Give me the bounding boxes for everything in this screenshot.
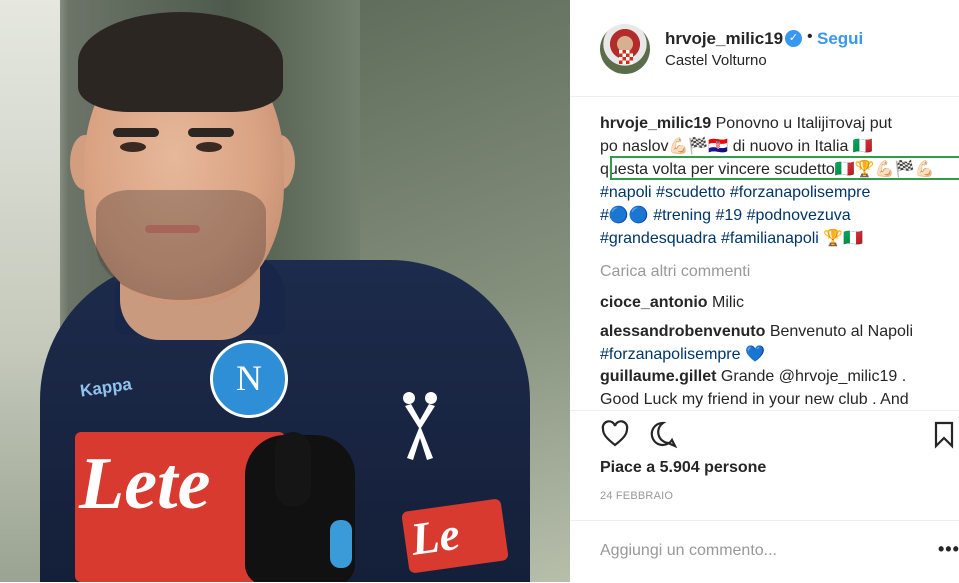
highlight-box xyxy=(610,156,959,180)
eyebrow-right xyxy=(188,128,234,137)
caption-hashtag-emoji[interactable]: #🔵🔵 xyxy=(600,207,649,224)
post-photo[interactable]: N Kappa Lete Le xyxy=(0,0,570,582)
comment-hashtag[interactable]: #forzanapolisempre 💙 xyxy=(600,346,765,363)
action-bar xyxy=(570,410,959,455)
croatia-checker-icon xyxy=(619,50,633,64)
caption-hashtags-1[interactable]: #napoli #scudetto #forzanapolisempre xyxy=(600,184,870,201)
comment-text: Grande @hrvoje_milic19 . xyxy=(720,368,907,385)
heart-icon[interactable] xyxy=(600,419,630,449)
verified-badge-icon: ✓ xyxy=(785,30,802,47)
caption-hashtags-3[interactable]: #grandesquadra #familianapoli 🏆🇮🇹 xyxy=(600,230,863,247)
caption-line-1: Ponovno u Italijiтovaj put xyxy=(715,115,892,132)
comment-item: cioce_antonio Milic xyxy=(600,291,950,314)
likes-count[interactable]: Piace a 5.904 persone xyxy=(600,459,766,477)
eye-right xyxy=(196,142,222,152)
napoli-badge: N xyxy=(210,340,288,418)
caption-area: hrvoje_milic19 Ponovno u Italijiтovaj pu… xyxy=(600,112,959,372)
eyebrow-left xyxy=(113,128,159,137)
caption-hashtags-2[interactable]: #trening #19 #podnovezuva xyxy=(653,207,851,224)
post-header: hrvoje_milic19 ✓ • Segui Castel Volturno xyxy=(570,0,959,97)
comment-text: Milic xyxy=(712,294,745,311)
player-beard xyxy=(96,190,266,300)
comment-item-truncated: guillaume.gillet Grande @hrvoje_milic19 … xyxy=(600,365,950,408)
player-mouth xyxy=(145,225,200,233)
caption-username[interactable]: hrvoje_milic19 xyxy=(600,115,711,132)
badge-letter: N xyxy=(236,358,262,398)
header-username[interactable]: hrvoje_milic19 xyxy=(665,29,783,49)
location-link[interactable]: Castel Volturno xyxy=(665,52,767,69)
more-options-icon[interactable]: ••• xyxy=(938,539,959,560)
thumb-up xyxy=(275,432,311,507)
add-comment-input[interactable]: Aggiungi un commento... xyxy=(600,542,777,560)
comment-username[interactable]: cioce_antonio xyxy=(600,294,708,311)
bookmark-icon[interactable] xyxy=(929,419,959,449)
add-comment-bar: Aggiungi un commento... ••• xyxy=(570,520,959,583)
caption-line-2: po naslov💪🏻🏁🇭🇷 di nuovo in Italia 🇮🇹 xyxy=(600,138,873,155)
eye-left xyxy=(120,142,146,152)
load-more-comments[interactable]: Carica altri commenti xyxy=(600,260,950,283)
player-hair xyxy=(78,12,283,112)
comment-icon[interactable] xyxy=(648,419,678,449)
follow-button[interactable]: Segui xyxy=(817,29,863,49)
kappa-logo-icon xyxy=(403,392,437,460)
glove-accent xyxy=(330,520,352,568)
avatar[interactable] xyxy=(600,24,650,74)
comment-text: Benvenuto al Napoli xyxy=(769,323,914,340)
comment-item: alessandrobenvenuto Benvenuto al Napoli … xyxy=(600,320,950,366)
post-side-panel: hrvoje_milic19 ✓ • Segui Castel Volturno… xyxy=(570,0,959,582)
comment-text-continued: Good Luck my friend in your new club . A… xyxy=(600,391,909,408)
comment-username[interactable]: alessandrobenvenuto xyxy=(600,323,765,340)
separator-dot: • xyxy=(807,28,813,45)
post-date[interactable]: 24 FEBBRAIO xyxy=(600,490,673,502)
sponsor-text: Lete xyxy=(79,443,211,525)
comment-username[interactable]: guillaume.gillet xyxy=(600,368,716,385)
caption: hrvoje_milic19 Ponovno u Italijiтovaj pu… xyxy=(600,112,950,250)
sponsor-text-sleeve: Le xyxy=(407,507,463,565)
